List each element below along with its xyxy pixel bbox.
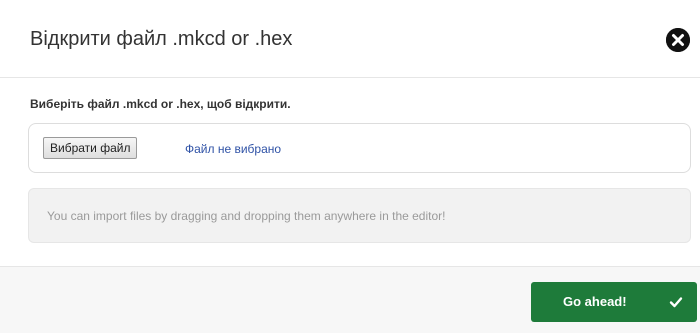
file-prompt-label: Виберіть файл .mkcd or .hex, щоб відкрит… xyxy=(30,97,291,111)
drag-drop-info-text: You can import files by dragging and dro… xyxy=(47,209,446,223)
dialog-footer: Go ahead! xyxy=(0,266,700,333)
go-ahead-button[interactable]: Go ahead! xyxy=(531,282,697,322)
dialog-body: Виберіть файл .mkcd or .hex, щоб відкрит… xyxy=(0,78,700,266)
dialog-title: Відкрити файл .mkcd or .hex xyxy=(30,28,293,50)
file-input-container: Вибрати файл Файл не вибрано xyxy=(28,123,691,173)
choose-file-button[interactable]: Вибрати файл xyxy=(43,137,138,159)
go-ahead-label: Go ahead! xyxy=(563,294,627,309)
dialog-header: Відкрити файл .mkcd or .hex xyxy=(0,0,700,78)
close-icon[interactable] xyxy=(666,28,690,52)
open-file-dialog: Відкрити файл .mkcd or .hex Виберіть фай… xyxy=(0,0,700,333)
checkmark-icon xyxy=(669,297,683,308)
file-status-text: Файл не вибрано xyxy=(185,142,282,156)
drag-drop-info-box: You can import files by dragging and dro… xyxy=(28,188,691,243)
